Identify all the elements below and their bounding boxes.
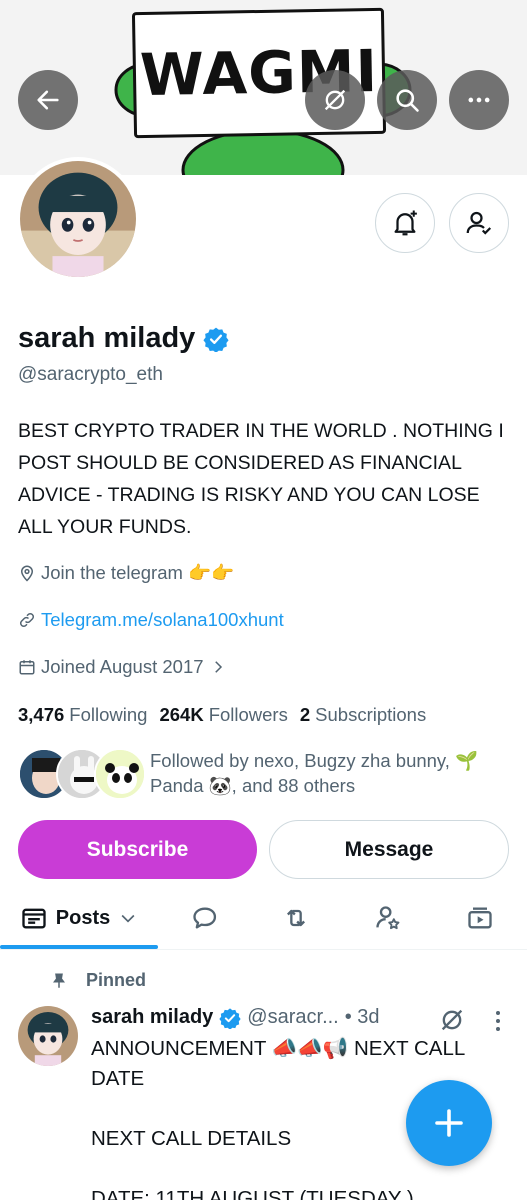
website-link[interactable]: Telegram.me/solana100xhunt xyxy=(41,609,284,631)
subscriptions-count: 2 xyxy=(299,704,311,725)
notifications-button[interactable] xyxy=(375,193,435,253)
following-count: 3,476 xyxy=(18,704,65,725)
chevron-down-icon xyxy=(121,914,135,923)
avatar-image xyxy=(20,161,136,277)
display-name: sarah milady xyxy=(18,322,196,354)
following-stat[interactable]: 3,476 Following xyxy=(18,704,147,726)
joined-text: Joined August 2017 xyxy=(41,656,204,677)
subscriptions-stat[interactable]: 2 Subscriptions xyxy=(300,704,426,726)
profile-tabs: Posts xyxy=(0,888,527,950)
verified-badge-icon[interactable] xyxy=(203,326,229,352)
more-button[interactable] xyxy=(449,70,509,130)
location-row: Join the telegram 👉👉 xyxy=(18,562,234,584)
following-button[interactable] xyxy=(449,193,509,253)
profile-handle: @saracrypto_eth xyxy=(18,364,163,385)
pinned-indicator: Pinned xyxy=(50,970,146,991)
profile-banner[interactable]: WAGMI xyxy=(0,0,527,175)
message-button[interactable]: Message xyxy=(269,820,509,879)
tab-highlights[interactable] xyxy=(358,888,418,948)
grok-icon[interactable] xyxy=(438,1006,466,1034)
link-icon xyxy=(19,612,35,628)
follower-avatar xyxy=(94,748,146,800)
more-icon xyxy=(468,97,490,103)
followers-count: 264K xyxy=(159,704,204,725)
tab-posts-label: Posts xyxy=(55,906,111,929)
post-author-handle: @saracr... xyxy=(247,1006,339,1028)
tab-replies[interactable] xyxy=(175,888,235,948)
media-icon xyxy=(468,907,492,929)
profile-stats: 3,476 Following 264K Followers 2 Subscripti… xyxy=(18,704,426,726)
chevron-right-icon xyxy=(214,661,222,673)
reply-icon xyxy=(193,907,217,929)
subscriptions-label: Subscriptions xyxy=(315,704,427,725)
website-row[interactable]: Telegram.me/solana100xhunt xyxy=(18,609,284,631)
profile-bio: BEST CRYPTO TRADER IN THE WORLD . NOTHIN… xyxy=(18,420,504,538)
calendar-icon xyxy=(19,660,35,675)
back-button[interactable] xyxy=(18,70,78,130)
user-star-icon xyxy=(376,906,400,930)
user-check-icon xyxy=(466,211,492,235)
arrow-left-icon xyxy=(37,90,59,110)
followed-by-text: Followed by nexo, Bugzy zha bunny, 🌱 Pan… xyxy=(150,750,479,796)
compose-button[interactable] xyxy=(406,1080,492,1166)
repost-icon xyxy=(287,909,305,927)
followed-by-row[interactable]: Followed by nexo, Bugzy zha bunny, 🌱 Pan… xyxy=(18,748,478,800)
search-icon xyxy=(396,89,419,112)
active-tab-indicator xyxy=(0,945,158,949)
plus-icon xyxy=(435,1109,463,1137)
pinned-label: Pinned xyxy=(86,970,147,990)
grok-icon xyxy=(324,89,346,111)
location-text: Join the telegram 👉👉 xyxy=(41,562,235,583)
search-button[interactable] xyxy=(377,70,437,130)
following-label: Following xyxy=(69,704,148,725)
bell-plus-icon xyxy=(394,210,417,236)
followers-stat[interactable]: 264K Followers xyxy=(159,704,287,726)
location-pin-icon xyxy=(20,565,34,582)
profile-avatar[interactable] xyxy=(16,157,140,281)
profile-name: sarah milady xyxy=(18,322,229,355)
verified-badge-icon xyxy=(219,1007,241,1029)
posts-icon xyxy=(22,908,46,929)
pin-icon xyxy=(53,973,65,988)
tab-media[interactable] xyxy=(450,888,510,948)
post-time[interactable]: • 3d xyxy=(345,1006,380,1029)
followers-label: Followers xyxy=(208,704,288,725)
post-header: sarah milady @saracr... • 3d xyxy=(91,1006,380,1029)
post-author-name[interactable]: sarah milady xyxy=(91,1006,213,1029)
tab-reposts[interactable] xyxy=(266,888,326,948)
tab-posts[interactable]: Posts xyxy=(0,888,158,949)
post-author-avatar[interactable] xyxy=(18,1006,78,1066)
post-more-icon[interactable] xyxy=(488,1008,508,1034)
joined-row[interactable]: Joined August 2017 xyxy=(18,656,227,678)
grok-button[interactable] xyxy=(305,70,365,130)
subscribe-button[interactable]: Subscribe xyxy=(18,820,257,879)
